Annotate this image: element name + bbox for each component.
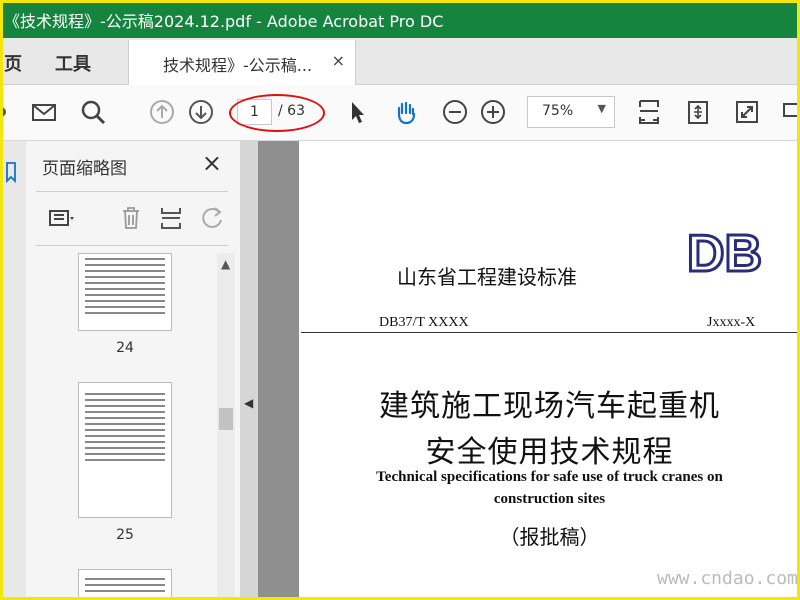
mail-icon[interactable] <box>27 95 61 129</box>
collapse-panel-icon[interactable]: ◀ <box>244 396 253 410</box>
bookmark-icon[interactable] <box>4 161 18 185</box>
zoom-value: 75% <box>542 103 574 119</box>
standard-code: DB37/T XXXX <box>379 315 469 330</box>
panel-splitter[interactable]: ◀ <box>240 141 258 600</box>
next-page-icon[interactable] <box>184 95 218 129</box>
thumbnail-page-number: 25 <box>116 527 134 543</box>
thumbnail-page-25[interactable] <box>78 382 172 518</box>
standard-name: 山东省工程建设标准 <box>397 265 577 289</box>
panel-divider <box>36 191 228 192</box>
header-rule <box>301 332 800 333</box>
window-title: 《技术规程》-公示稿2024.12.pdf - Adobe Acrobat Pr… <box>4 12 444 31</box>
record-code: Jxxxx-X <box>707 315 756 330</box>
panel-divider-2 <box>36 245 228 246</box>
chevron-down-icon: ▼ <box>597 102 606 115</box>
scrollbar-thumb[interactable] <box>219 408 233 430</box>
menu-tools[interactable]: 工具 <box>55 50 91 76</box>
zoom-out-icon[interactable] <box>438 95 472 129</box>
thumbnail-page-number: 24 <box>116 340 134 356</box>
english-title-line-1: Technical specifications for safe use of… <box>376 469 723 485</box>
watermark: www.cndao.com <box>657 568 798 589</box>
thumbnail-scrollbar[interactable]: ▲ <box>217 253 235 600</box>
panel-title: 页面缩略图 <box>42 159 127 179</box>
search-icon[interactable] <box>76 95 110 129</box>
document-tab[interactable]: 技术规程》-公示稿... × <box>128 40 356 85</box>
rotate-page-icon[interactable] <box>681 95 715 129</box>
red-annotation-circle <box>229 94 325 132</box>
thumbnail-options-icon[interactable] <box>44 201 78 235</box>
menu-bar: 页 工具 <box>0 38 800 85</box>
db-logo: DB <box>686 225 764 279</box>
scroll-up-icon[interactable]: ▲ <box>221 257 230 271</box>
thumbnails-panel: 页面缩略图 × 24 25 ▲ <box>26 141 240 600</box>
document-title-line-2: 安全使用技术规程 <box>425 435 674 470</box>
svg-text:DB: DB <box>687 225 762 279</box>
insert-page-icon[interactable] <box>154 201 188 235</box>
left-nav-strip <box>0 141 27 600</box>
title-bar: 《技术规程》-公示稿2024.12.pdf - Adobe Acrobat Pr… <box>0 0 800 38</box>
select-arrow-icon[interactable] <box>340 95 374 129</box>
delete-page-icon[interactable] <box>114 201 148 235</box>
prev-page-icon[interactable] <box>145 95 179 129</box>
zoom-select[interactable]: 75% ▼ <box>527 96 615 128</box>
thumbnail-page-24[interactable] <box>78 253 172 331</box>
fullscreen-icon[interactable] <box>730 95 764 129</box>
partial-tool-icon[interactable] <box>0 95 20 129</box>
rotate-icon[interactable] <box>196 201 230 235</box>
hand-icon[interactable] <box>389 95 423 129</box>
close-tab-icon[interactable]: × <box>332 51 345 70</box>
document-tab-label: 技术规程》-公示稿... <box>163 56 313 75</box>
document-page: 山东省工程建设标准 DB DB37/T XXXX Jxxxx-X 建筑施工现场汽… <box>299 141 800 600</box>
toolbar: 1 / 63 75% ▼ <box>0 85 800 141</box>
menu-home[interactable]: 页 <box>4 50 22 76</box>
zoom-in-icon[interactable] <box>476 95 510 129</box>
fit-width-icon[interactable] <box>632 95 666 129</box>
document-title-line-1: 建筑施工现场汽车起重机 <box>379 389 720 424</box>
thumbnail-page-26[interactable] <box>78 569 172 600</box>
more-tools-icon[interactable] <box>775 95 800 129</box>
english-title-line-2: construction sites <box>493 491 606 507</box>
close-panel-icon[interactable]: × <box>202 149 222 177</box>
draft-label: （报批稿） <box>499 525 600 549</box>
